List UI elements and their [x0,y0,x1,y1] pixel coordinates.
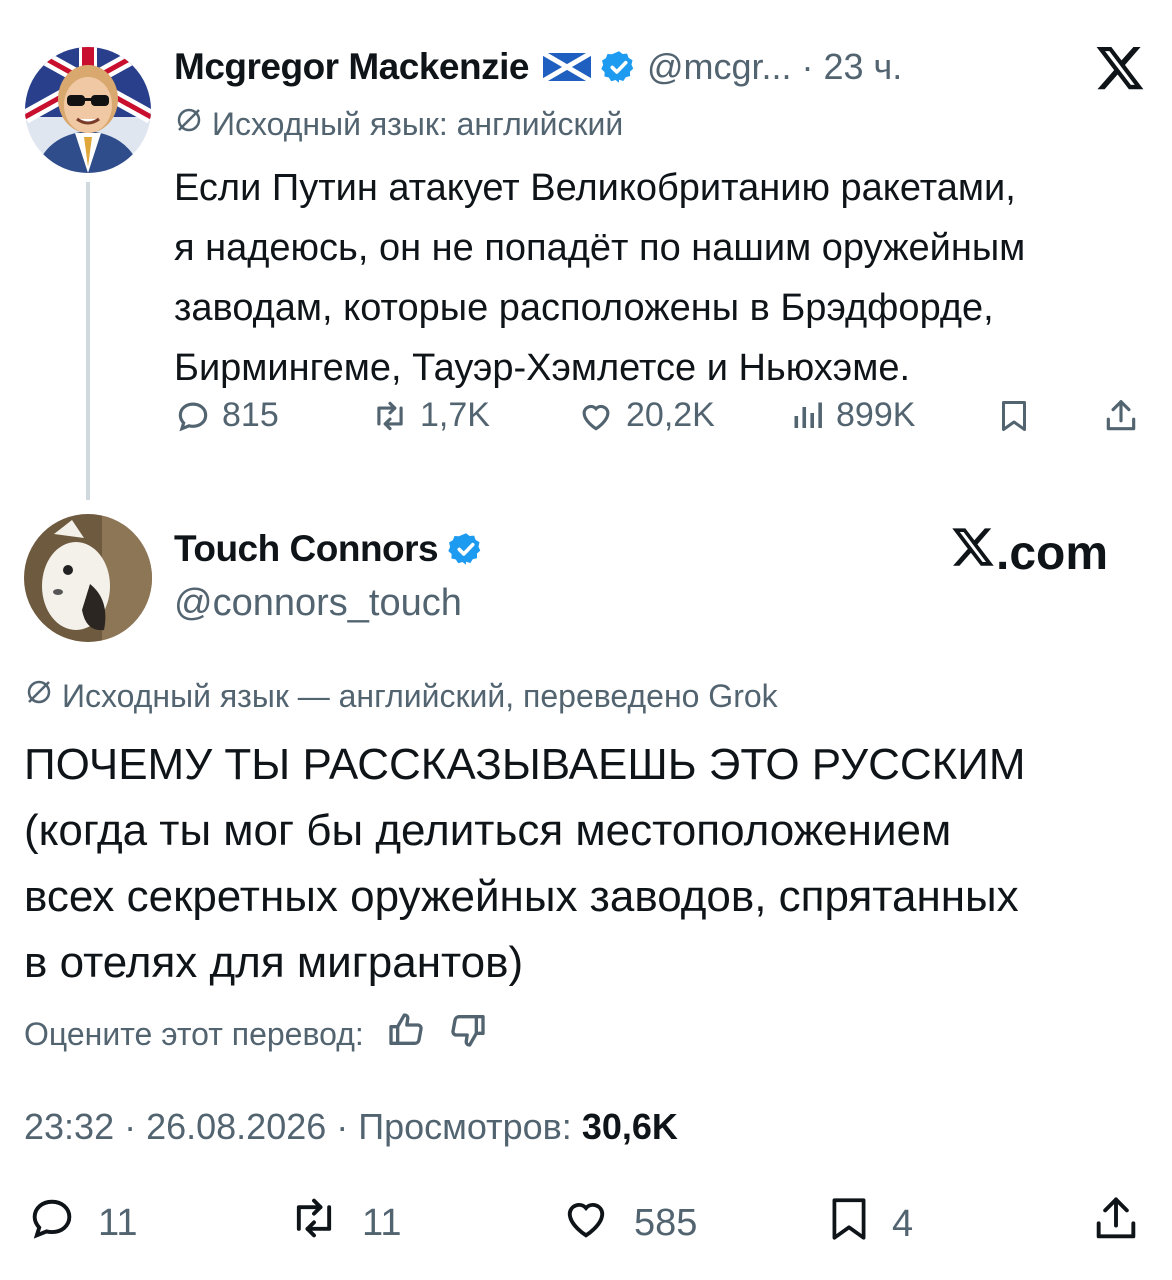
globe-icon [174,105,204,143]
tweet-meta: 23:32 · 26.08.2026 · Просмотров: 30,6K [24,1106,678,1148]
bookmark-count: 4 [892,1202,914,1245]
bookmark-icon [824,1192,874,1256]
share-button[interactable] [1102,396,1140,436]
views-icon [790,398,826,434]
author-handle[interactable]: @connors_touch [174,582,462,625]
repost-count: 11 [362,1201,402,1244]
author-name[interactable]: Mcgregor Mackenzie [174,46,529,88]
tweet1-text: Если Путин атакует Великобританию ракета… [174,158,1154,398]
tweet1-actions: 815 1,7K 20,2K 899K [174,396,1154,452]
author-handle[interactable]: @mcgr... [647,46,792,88]
views-count: 30,6K [581,1106,678,1147]
bookmark-button[interactable]: 4 [824,1192,913,1256]
text-line: ПОЧЕМУ ТЫ РАССКАЗЫВАЕШЬ ЭТО РУССКИМ [24,740,1026,789]
globe-icon [24,677,54,715]
thumbs-up-icon[interactable] [386,1010,426,1058]
like-button[interactable]: 20,2K [576,396,715,435]
reply-icon [24,1192,80,1254]
rate-translation-label: Оцените этот перевод: [24,1015,364,1052]
reply-count: 11 [98,1201,138,1244]
text-line: я надеюсь, он не попадёт по нашим оружей… [174,227,1026,269]
thumbs-down-icon[interactable] [448,1010,488,1058]
like-button[interactable]: 585 [556,1192,697,1254]
like-icon [556,1192,616,1254]
repost-button[interactable]: 1,7K [370,396,490,435]
text-line: Если Путин атакует Великобританию ракета… [174,167,1016,209]
repost-icon [370,397,410,435]
verified-badge-icon [448,531,484,567]
rate-translation: Оцените этот перевод: [24,1010,488,1058]
views-count: 899K [836,396,916,434]
text-line: Бирмингеме, Тауэр-Хэмлетсе и Ньюхэме. [174,347,911,389]
verified-badge-icon [601,49,637,85]
share-icon [1090,1192,1142,1256]
reply-icon [174,397,212,435]
repost-button[interactable]: 11 [284,1192,401,1254]
share-button[interactable] [1090,1192,1142,1256]
source-language-label: Исходный язык: английский [212,105,624,142]
like-count: 20,2K [626,396,715,434]
tweet2-text: ПОЧЕМУ ТЫ РАССКАЗЫВАЕШЬ ЭТО РУССКИМ (ког… [24,732,1154,996]
x-com-watermark: .com [950,524,1108,582]
like-icon [576,397,616,435]
source-language-note: Исходный язык: английский [174,105,623,143]
timestamp-and-views-label: 23:32 · 26.08.2026 · Просмотров: [24,1106,582,1147]
source-language-note: Исходный язык — английский, переведено G… [24,677,778,715]
site-suffix: .com [996,526,1109,580]
reply-button[interactable]: 11 [24,1192,137,1254]
text-line: всех секретных оружейных заводов, спрята… [24,872,1019,921]
views-button[interactable]: 899K [790,396,915,435]
share-icon [1102,396,1140,436]
x-logo-icon[interactable] [1094,42,1146,94]
avatar-mcgregor[interactable] [25,47,151,173]
repost-icon [284,1192,344,1254]
scotland-flag-icon [541,50,593,84]
repost-count: 1,7K [420,396,490,434]
like-count: 585 [634,1201,698,1244]
reply-button[interactable]: 815 [174,396,279,435]
tweet1-header: Mcgregor Mackenzie @mcgr... · 23 ч. [174,44,902,90]
bookmark-button[interactable] [996,396,1032,436]
x-logo-icon [950,524,996,582]
text-line: заводам, которые расположены в Брэдфорде… [174,287,994,329]
text-line: (когда ты мог бы делиться местоположение… [24,806,952,855]
bookmark-icon [996,396,1032,436]
reply-count: 815 [222,396,279,434]
tweet-time[interactable]: · 23 ч. [802,46,903,88]
thread-line [86,182,90,500]
author-name[interactable]: Touch Connors [174,528,439,570]
avatar-touch-connors[interactable] [24,514,152,642]
tweet2-actions: 11 11 585 4 [24,1192,1154,1252]
text-line: в отелях для мигрантов) [24,938,524,987]
source-language-label: Исходный язык — английский, переведено G… [62,677,778,714]
tweet2-header: Touch Connors [174,528,484,570]
